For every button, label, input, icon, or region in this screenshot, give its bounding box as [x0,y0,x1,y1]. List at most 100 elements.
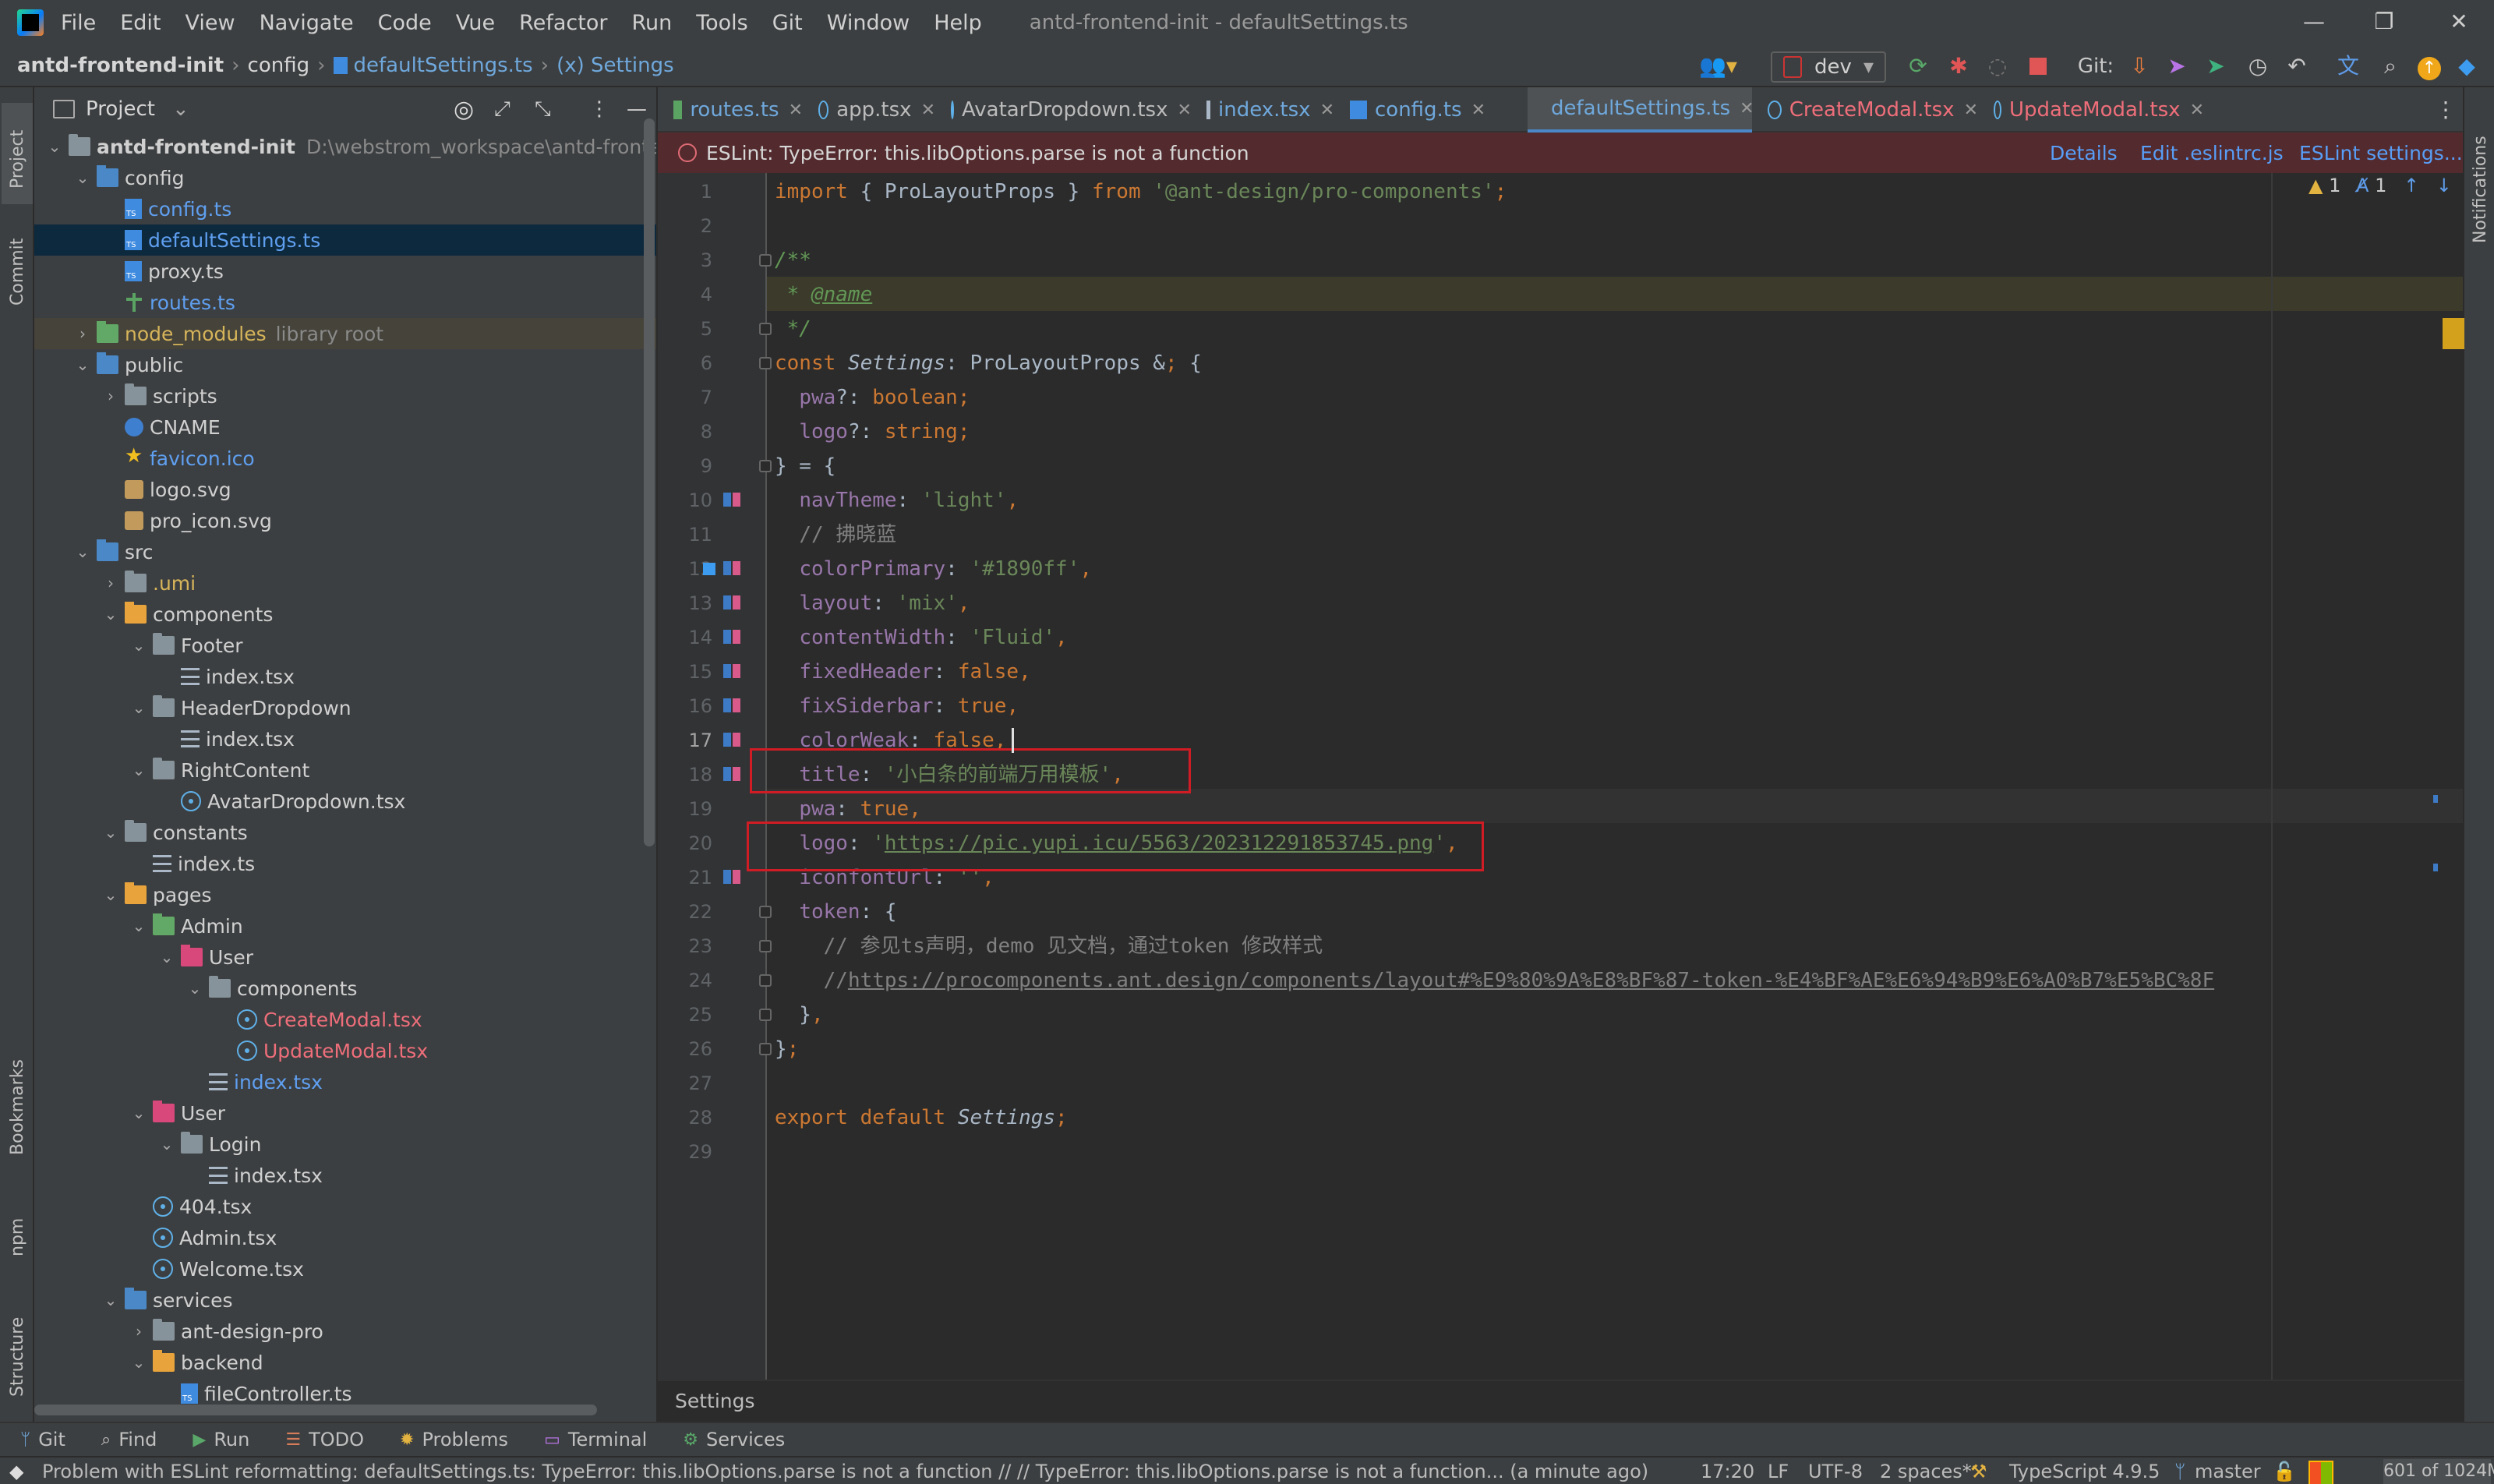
side-tab-notifications[interactable]: Notifications [2464,111,2494,267]
menu-navigate[interactable]: Navigate [260,11,354,35]
tree-item[interactable]: › ant-design-pro [34,1316,656,1347]
status-message[interactable]: Problem with ESLint reformatting: defaul… [42,1461,1648,1482]
minimize-button[interactable]: — [2279,6,2349,37]
tree-item[interactable]: ⌄ antd-frontend-init D:\webstrom_workspace… [34,131,656,162]
vcs-branch[interactable]: master [2195,1461,2261,1482]
tree-item[interactable]: pro_icon.svg [34,505,656,536]
run-config-dropdown[interactable]: dev ▾ [1771,51,1886,83]
line-number[interactable]: 10 [658,489,712,511]
file-encoding[interactable]: UTF-8 [1808,1461,1863,1482]
chevron-right-icon[interactable]: › [97,387,125,405]
close-tab-icon[interactable]: ✕ [2190,101,2204,120]
bookmark-icon[interactable] [703,563,715,575]
breadcrumb-symbol[interactable]: (x) Settings [556,54,674,77]
tree-item[interactable]: ⌄ components [34,599,656,630]
line-number[interactable]: 19 [658,798,712,820]
editor-tab[interactable]: UpdateModal.tsx ✕ [1978,87,2204,132]
error-stripe-marker[interactable] [2433,864,2438,871]
line-number[interactable]: 21 [658,867,712,889]
breadcrumb-folder[interactable]: config [248,54,310,77]
tree-item[interactable]: logo.svg [34,474,656,505]
line-number[interactable]: 3 [658,249,712,271]
menu-tools[interactable]: Tools [696,11,748,35]
chevron-down-icon[interactable]: ⌄ [97,605,125,624]
tool-todo[interactable]: ☰ TODO [285,1429,364,1450]
tree-item[interactable]: Admin.tsx [34,1222,656,1253]
language-service[interactable]: TypeScript 4.9.5 [2009,1461,2160,1482]
chevron-down-icon[interactable]: ⌄ [97,885,125,904]
menu-git[interactable]: Git [772,11,803,35]
tool-git[interactable]: ᛘ Git [20,1429,65,1450]
code-line[interactable]: colorPrimary: '#1890ff', [775,552,1092,586]
editor-tab[interactable]: index.tsx ✕ [1191,87,1334,132]
editor-tab[interactable]: routes.ts ✕ [658,87,803,132]
tree-item[interactable]: ⌄ components [34,973,656,1004]
code-line[interactable]: pwa?: boolean; [775,380,970,415]
line-number[interactable]: 7 [658,387,712,408]
tree-horizontal-scrollbar[interactable] [34,1404,597,1415]
menu-window[interactable]: Window [827,11,910,35]
plugin-icon[interactable]: ◆ [2453,54,2480,79]
code-line[interactable]: // 参见ts声明，demo 见文档，通过token 修改样式 [775,929,1323,963]
color-preview-icon[interactable] [723,664,744,680]
code-line[interactable] [775,1066,787,1101]
event-log-icon[interactable]: ◆ [9,1461,23,1482]
expand-all-icon[interactable]: ⤢ [494,97,510,122]
tree-item[interactable]: index.ts [34,848,656,879]
chevron-down-icon[interactable]: ⌄ [125,761,153,779]
line-number[interactable]: 11 [658,524,712,546]
line-number[interactable]: 5 [658,318,712,340]
color-preview-icon[interactable] [723,698,744,714]
code-line[interactable]: fixSiderbar: true, [775,689,1019,723]
chevron-right-icon[interactable]: › [125,1322,153,1341]
line-number[interactable]: 25 [658,1004,712,1026]
tree-item[interactable]: ⌄ config [34,162,656,193]
project-panel-title[interactable]: Project [86,97,155,121]
line-number[interactable]: 9 [658,455,712,477]
color-preview-icon[interactable] [723,767,744,783]
tree-vertical-scrollbar[interactable] [644,118,655,846]
memory-indicator[interactable]: 601 of 1024M [2383,1459,2494,1484]
code-line[interactable] [775,1135,787,1169]
tool-services[interactable]: ⚙ Services [683,1429,785,1450]
tree-item[interactable]: ⌄ backend [34,1347,656,1378]
line-number[interactable]: 15 [658,661,712,683]
side-tab-bookmarks[interactable]: Bookmarks [2,1046,33,1163]
line-number[interactable]: 16 [658,695,712,717]
line-number[interactable]: 26 [658,1038,712,1060]
chevron-down-icon[interactable]: ⌄ [69,542,97,561]
color-preview-icon[interactable] [723,870,744,885]
code-line[interactable]: import { ProLayoutProps } from '@ant-des… [775,175,1507,209]
fold-marker-icon[interactable] [759,906,772,918]
tree-item[interactable]: › node_modules library root [34,318,656,349]
side-tab-npm[interactable]: npm [2,1194,33,1264]
fold-marker-icon[interactable] [759,323,772,335]
menu-edit[interactable]: Edit [120,11,161,35]
code-line[interactable]: }; [775,1032,799,1066]
line-number[interactable]: 4 [658,284,712,306]
code-line[interactable]: token: { [775,895,896,929]
code-line[interactable]: fixedHeader: false, [775,655,1030,689]
close-tab-icon[interactable]: ✕ [921,101,935,120]
tree-item[interactable]: Welcome.tsx [34,1253,656,1284]
close-tab-icon[interactable]: ✕ [1471,101,1485,120]
fold-marker-icon[interactable] [759,254,772,267]
line-number[interactable]: 13 [658,592,712,614]
tree-item[interactable]: CNAME [34,412,656,443]
close-tab-icon[interactable]: ✕ [789,101,803,120]
update-available-icon[interactable]: ↑ [2416,54,2443,80]
line-number[interactable]: 8 [658,421,712,443]
error-stripe-marker[interactable] [2443,318,2464,349]
tree-item[interactable]: CreateModal.tsx [34,1004,656,1035]
line-number[interactable]: 23 [658,935,712,957]
menu-file[interactable]: File [61,11,96,35]
line-number[interactable]: 29 [658,1141,712,1163]
code-line[interactable]: layout: 'mix', [775,586,970,620]
code-line[interactable]: * @name [775,277,873,312]
tool-terminal[interactable]: ▭ Terminal [544,1429,647,1450]
menu-help[interactable]: Help [934,11,982,35]
menu-refactor[interactable]: Refactor [519,11,607,35]
tree-item[interactable]: AvatarDropdown.tsx [34,786,656,817]
editor-tab[interactable]: AvatarDropdown.tsx ✕ [935,87,1192,132]
code-line[interactable]: }, [775,998,823,1032]
